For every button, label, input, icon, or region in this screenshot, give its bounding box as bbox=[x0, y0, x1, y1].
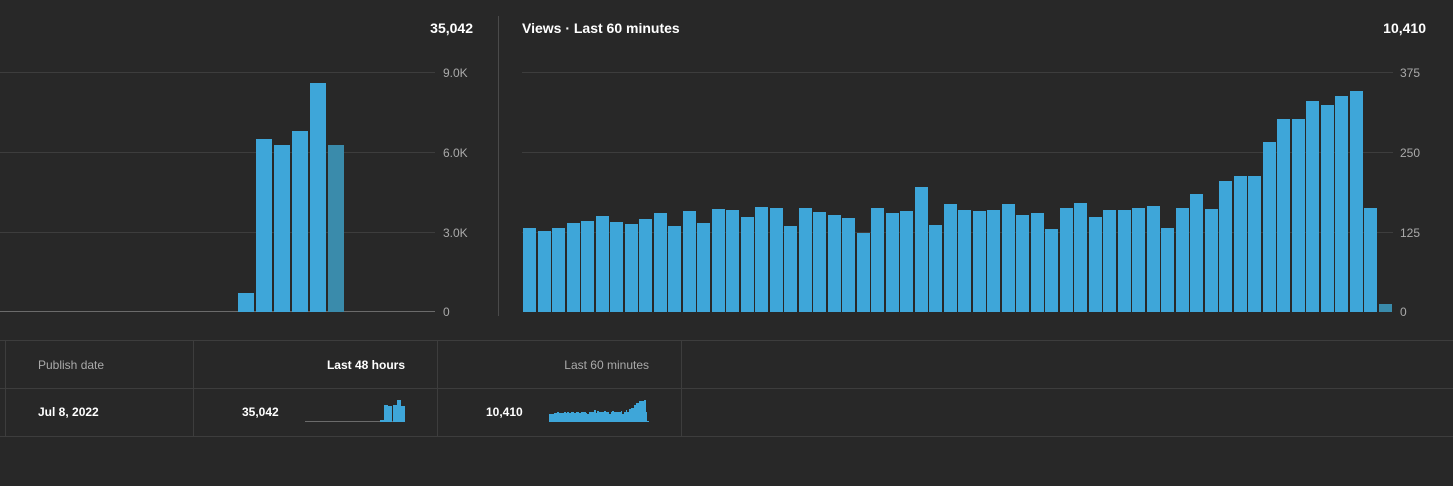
right-chart-bar[interactable] bbox=[755, 207, 768, 312]
right-chart-bar[interactable] bbox=[842, 218, 855, 312]
right-chart-bar[interactable] bbox=[885, 213, 899, 312]
right-tick-375: 375 bbox=[1400, 66, 1421, 80]
right-chart-bar[interactable] bbox=[523, 228, 536, 312]
right-tick-125: 125 bbox=[1400, 226, 1421, 240]
table-top-border bbox=[0, 340, 1453, 341]
row-views-48: 35,042 bbox=[242, 405, 279, 419]
right-chart-bar[interactable] bbox=[1074, 203, 1087, 312]
right-chart-bar[interactable] bbox=[1335, 96, 1348, 312]
right-gridline bbox=[522, 72, 1393, 73]
right-chart-bar[interactable] bbox=[653, 213, 667, 312]
col-separator bbox=[193, 340, 194, 436]
sparkline-48 bbox=[305, 400, 405, 422]
right-chart-bar[interactable] bbox=[697, 223, 710, 312]
right-chart-bar[interactable] bbox=[1016, 215, 1029, 312]
sparkline-60 bbox=[549, 400, 649, 422]
header-last-48-hours[interactable]: Last 48 hours bbox=[327, 358, 405, 372]
header-publish-date[interactable]: Publish date bbox=[38, 358, 104, 372]
right-chart-bar[interactable] bbox=[1088, 217, 1102, 312]
right-chart-bar[interactable] bbox=[552, 228, 565, 312]
right-chart-bar[interactable] bbox=[943, 204, 957, 312]
right-chart-bar[interactable] bbox=[581, 221, 594, 312]
right-chart-bar[interactable] bbox=[813, 212, 826, 312]
right-chart-bar[interactable] bbox=[1117, 210, 1131, 312]
right-chart-bar[interactable] bbox=[537, 231, 551, 312]
right-chart-bar[interactable] bbox=[711, 209, 725, 312]
right-chart-bar[interactable] bbox=[1364, 208, 1377, 312]
table-header-border bbox=[0, 388, 1453, 389]
right-chart-bar[interactable] bbox=[1277, 119, 1290, 312]
right-tick-250: 250 bbox=[1400, 146, 1421, 160]
col-separator bbox=[437, 340, 438, 436]
right-chart-bar[interactable] bbox=[987, 210, 1000, 312]
right-chart-bar[interactable] bbox=[668, 226, 681, 312]
right-chart-bar[interactable] bbox=[1175, 208, 1189, 312]
right-chart-bar[interactable] bbox=[566, 223, 580, 312]
right-chart-bar[interactable] bbox=[624, 224, 638, 312]
right-chart-bar[interactable] bbox=[914, 187, 928, 312]
right-chart-bar[interactable] bbox=[1146, 206, 1160, 312]
right-chart-bar[interactable] bbox=[1030, 213, 1044, 312]
right-chart-bar[interactable] bbox=[1204, 209, 1218, 312]
right-chart-bar[interactable] bbox=[1001, 204, 1015, 312]
header-last-60-minutes[interactable]: Last 60 minutes bbox=[564, 358, 649, 372]
right-chart-bar[interactable] bbox=[1306, 101, 1319, 312]
row-publish-date: Jul 8, 2022 bbox=[38, 405, 99, 419]
right-chart-bar[interactable] bbox=[1262, 142, 1276, 312]
sparkline-bar bbox=[400, 406, 405, 422]
right-chart-bar[interactable] bbox=[740, 217, 754, 312]
right-chart-bar[interactable] bbox=[827, 215, 841, 312]
right-chart-bar[interactable] bbox=[1161, 228, 1174, 312]
right-chart-bar[interactable] bbox=[1059, 208, 1073, 312]
right-chart-bar[interactable] bbox=[1378, 304, 1392, 312]
right-chart-bar[interactable] bbox=[1045, 229, 1058, 312]
right-chart-bar[interactable] bbox=[1248, 176, 1261, 312]
right-chart-bar[interactable] bbox=[972, 211, 986, 312]
col-separator bbox=[681, 340, 682, 436]
col-separator bbox=[5, 340, 6, 436]
right-chart-bar[interactable] bbox=[682, 211, 696, 312]
right-chart-bar[interactable] bbox=[1349, 91, 1363, 312]
right-chart-bar[interactable] bbox=[958, 210, 971, 312]
right-chart-bar[interactable] bbox=[1132, 208, 1145, 312]
right-tick-0: 0 bbox=[1400, 305, 1407, 319]
right-chart-bar[interactable] bbox=[595, 216, 609, 312]
table-bottom-border bbox=[0, 436, 1453, 437]
right-chart-bar[interactable] bbox=[1233, 176, 1247, 312]
right-chart-bar[interactable] bbox=[769, 208, 783, 312]
right-chart-bar[interactable] bbox=[871, 208, 884, 312]
right-chart-bar[interactable] bbox=[1291, 119, 1305, 312]
right-chart-bar[interactable] bbox=[784, 226, 797, 312]
right-chart-bar[interactable] bbox=[1103, 210, 1116, 312]
right-chart-bar[interactable] bbox=[639, 219, 652, 312]
right-chart: 375 250 125 0 bbox=[0, 0, 1453, 330]
right-chart-bar[interactable] bbox=[900, 211, 913, 312]
right-chart-bar[interactable] bbox=[929, 225, 942, 312]
right-chart-bar[interactable] bbox=[1190, 194, 1203, 312]
sparkline-bar bbox=[647, 421, 649, 422]
right-chart-bar[interactable] bbox=[1219, 181, 1232, 312]
right-chart-bar[interactable] bbox=[1320, 105, 1334, 312]
right-chart-bar[interactable] bbox=[798, 208, 812, 312]
right-chart-bar[interactable] bbox=[726, 210, 739, 312]
right-chart-bar[interactable] bbox=[856, 233, 870, 312]
row-views-60: 10,410 bbox=[486, 405, 523, 419]
right-chart-bar[interactable] bbox=[610, 222, 623, 312]
